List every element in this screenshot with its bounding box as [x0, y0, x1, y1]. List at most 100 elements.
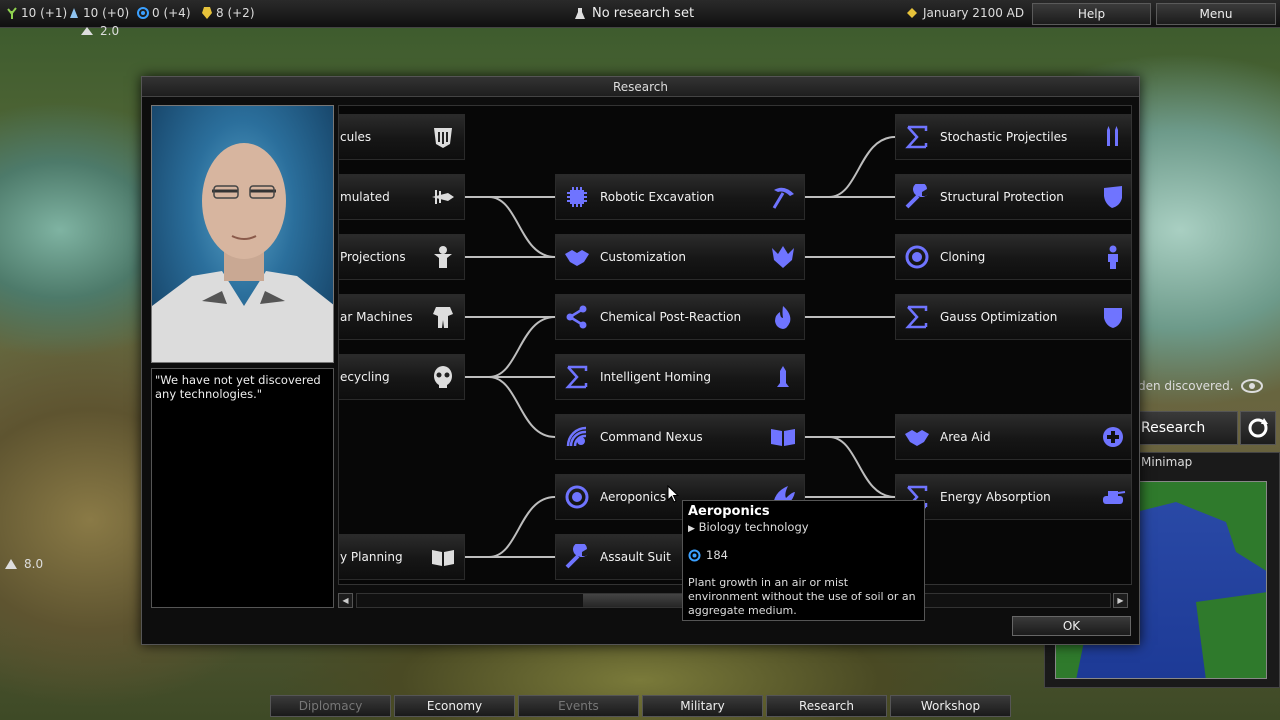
tech-node-planning[interactable]: y Planning [339, 534, 465, 580]
tech-node-structural-protection[interactable]: Structural Protection [895, 174, 1131, 220]
handshake-icon [565, 250, 589, 266]
tech-node-mulated[interactable]: mulated [339, 174, 465, 220]
tech-label: ar Machines [340, 310, 413, 324]
turn-date: January 2100 AD [906, 6, 1024, 20]
tech-label: Robotic Excavation [600, 190, 715, 204]
link-recycling-chemical [465, 316, 556, 378]
dialog-title: Research [142, 77, 1139, 97]
military-button[interactable]: Military [642, 695, 763, 717]
research-dialog: Research "We have not yet discovered any… [141, 76, 1140, 645]
gear-chip-icon [567, 187, 587, 207]
mouse-cursor-icon [667, 485, 679, 503]
tooltip-subtitle: ▶ Biology technology [688, 520, 919, 534]
link-mulated-customization [465, 196, 556, 258]
tooltip-description: Plant growth in an air or mist environme… [688, 576, 916, 617]
tech-label: Projections [340, 250, 406, 264]
tech-node-energy-absorption[interactable]: Energy Absorption [895, 474, 1131, 520]
tech-node-cules[interactable]: cules [339, 114, 465, 160]
tank-icon [1103, 491, 1126, 504]
medic-icon [1103, 427, 1123, 447]
tech-label: Stochastic Projectiles [940, 130, 1068, 144]
production-resource: 10 (+0) [68, 6, 129, 20]
tech-label: mulated [340, 190, 390, 204]
link-robotic-stochastic [805, 136, 896, 198]
refresh-icon [1248, 418, 1268, 438]
science-icon [688, 549, 701, 561]
production-icon [70, 8, 78, 18]
scroll-left-button[interactable]: ◀ [338, 593, 353, 608]
coin-stack-icon [907, 8, 917, 18]
book-icon [432, 550, 454, 566]
tech-tooltip: Aeroponics ▶ Biology technology 184 Plan… [682, 500, 925, 621]
events-button[interactable]: Events [518, 695, 639, 717]
tech-label: Intelligent Homing [600, 370, 711, 384]
food-value: 10 (+1) [21, 6, 68, 20]
sigma-icon [565, 365, 588, 389]
economy-button[interactable]: Economy [394, 695, 515, 717]
production-value: 10 (+0) [83, 6, 130, 20]
tech-label: Structural Protection [940, 190, 1064, 204]
research-button[interactable]: Research [766, 695, 887, 717]
missile-icon [777, 366, 789, 387]
wrench-icon [905, 184, 928, 209]
food-resource: 10 (+1) [6, 6, 67, 20]
flask-icon [575, 7, 585, 19]
ok-button[interactable]: OK [1012, 616, 1131, 636]
energy-icon [202, 7, 212, 19]
tooltip-title: Aeroponics [688, 504, 770, 519]
tech-node-chemical-post-reaction[interactable]: Chemical Post-Reaction [555, 294, 805, 340]
advisor-quote: "We have not yet discovered any technolo… [151, 368, 334, 608]
tech-label: Energy Absorption [940, 490, 1051, 504]
tech-label: Cloning [940, 250, 986, 264]
wrench-icon [565, 544, 588, 569]
cycle-button[interactable] [1240, 411, 1276, 445]
tech-node-cloning[interactable]: Cloning [895, 234, 1131, 280]
tooltip-subtitle-text: Biology technology [698, 520, 809, 534]
help-button[interactable]: Help [1032, 3, 1151, 25]
skull-icon [434, 366, 452, 388]
tech-node-stochastic-projectiles[interactable]: Stochastic Projectiles [895, 114, 1131, 160]
bullets-icon [1107, 126, 1118, 146]
tech-node-gauss-optimization[interactable]: Gauss Optimization [895, 294, 1131, 340]
tooltip-cost: 184 [688, 548, 919, 562]
unit-strength-marker-left[interactable]: 8.0 [4, 557, 43, 571]
tech-label: Customization [600, 250, 686, 264]
tech-node-projections[interactable]: Projections [339, 234, 465, 280]
science-icon [137, 7, 149, 19]
unit-icon [5, 559, 17, 569]
unit-strength-marker-top[interactable]: 2.0 [80, 24, 119, 38]
link-recycling-command [465, 376, 556, 438]
triangle-right-icon: ▶ [688, 524, 695, 534]
tech-node-command-nexus[interactable]: Command Nexus [555, 414, 805, 460]
armor-icon [434, 128, 452, 148]
link-planning-aeroponics [465, 496, 556, 558]
biology-icon [905, 245, 929, 269]
scroll-right-button[interactable]: ▶ [1113, 593, 1128, 608]
advisor-portrait [151, 105, 334, 363]
science-value: 0 (+4) [152, 6, 191, 20]
flame-icon [775, 306, 791, 329]
eye-icon[interactable] [1240, 378, 1264, 394]
drill-icon [432, 190, 454, 204]
biology-icon [565, 485, 589, 509]
tech-node-area-aid[interactable]: Area Aid [895, 414, 1131, 460]
tech-label: ecycling [340, 370, 390, 384]
molecule-icon [566, 305, 587, 329]
tech-node-recycling[interactable]: ecycling [339, 354, 465, 400]
shield-icon [1104, 186, 1122, 208]
workshop-button[interactable]: Workshop [890, 695, 1011, 717]
unit-icon [81, 27, 93, 35]
mech-icon [433, 307, 453, 328]
handshake-icon [905, 430, 929, 446]
research-status[interactable]: No research set [574, 6, 694, 21]
figure-icon [434, 246, 452, 268]
tech-node-customization[interactable]: Customization [555, 234, 805, 280]
diplomacy-button[interactable]: Diplomacy [270, 695, 391, 717]
menu-button[interactable]: Menu [1156, 3, 1276, 25]
tech-node-machines[interactable]: ar Machines [339, 294, 465, 340]
scroll-thumb[interactable] [583, 594, 683, 607]
tech-node-robotic-excavation[interactable]: Robotic Excavation [555, 174, 805, 220]
tech-node-intelligent-homing[interactable]: Intelligent Homing [555, 354, 805, 400]
energy-value: 8 (+2) [216, 6, 255, 20]
side-research-button[interactable]: Research [1138, 411, 1238, 445]
